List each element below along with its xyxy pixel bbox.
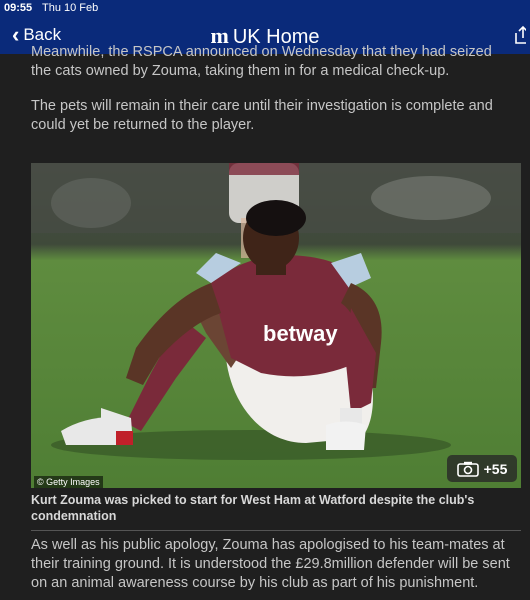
article-paragraph: Meanwhile, the RSPCA announced on Wednes… — [31, 44, 492, 79]
photo-caption: Kurt Zouma was picked to start for West … — [31, 492, 521, 531]
player-photo-image: betway — [31, 163, 521, 488]
share-icon — [515, 25, 526, 44]
status-bar: 09:55 Thu 10 Feb — [0, 0, 530, 16]
article-paragraph: The pets will remain in their care until… — [31, 98, 493, 133]
camera-icon — [456, 461, 479, 477]
gallery-count: +55 — [483, 460, 508, 477]
shirt-sponsor-text: betway — [263, 321, 338, 346]
status-date: Thu 10 Feb — [42, 2, 99, 14]
article-paragraph: As well as his public apology, Zouma has… — [31, 537, 510, 591]
article-photo[interactable]: betway — [31, 163, 521, 488]
share-button[interactable] — [512, 24, 526, 46]
photo-credit: © Getty Images — [34, 476, 103, 488]
status-time: 09:55 — [4, 2, 33, 14]
gallery-button[interactable]: +55 — [447, 455, 517, 482]
